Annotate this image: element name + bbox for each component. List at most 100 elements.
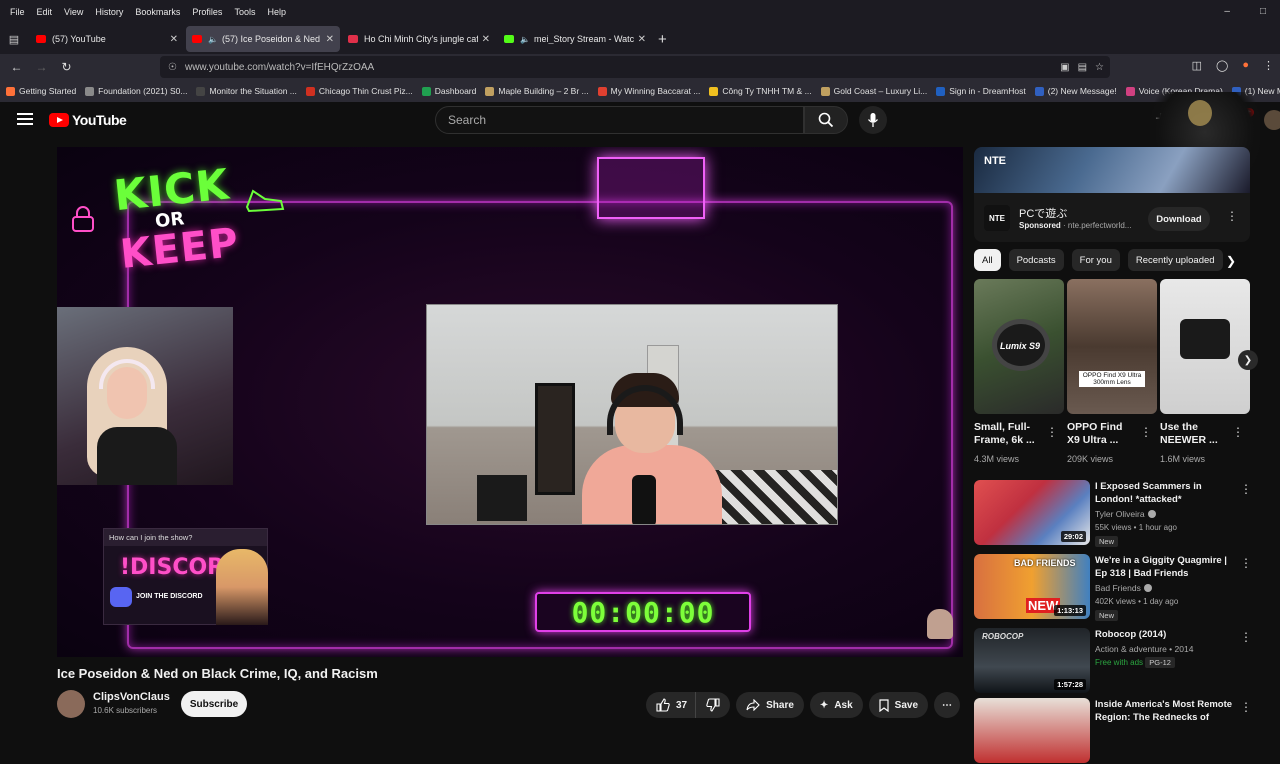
menu-edit[interactable]: Edit [31, 7, 59, 17]
short-thumbnail[interactable] [1160, 279, 1250, 414]
bookmark-item[interactable]: Chicago Thin Crust Piz... [305, 86, 413, 96]
close-icon[interactable]: ✕ [326, 34, 334, 45]
speaker-icon[interactable]: 🔈 [520, 35, 530, 44]
rec-video-item[interactable]: ROBOCOP 1:57:28 Robocop (2014) Action & … [974, 628, 1252, 694]
bookmark-item[interactable]: My Winning Baccarat ... [597, 86, 700, 96]
short-thumbnail[interactable]: OPPO Find X9 Ultra 300mm Lens [1067, 279, 1157, 414]
menu-tools[interactable]: Tools [228, 7, 261, 17]
url-bar[interactable]: ☉ www.youtube.com/watch?v=IfEHQrZzOAA ▣ … [160, 56, 1110, 78]
reload-icon[interactable]: ↻ [54, 60, 79, 74]
menu-file[interactable]: File [4, 7, 31, 17]
channel-name[interactable]: ClipsVonClaus [93, 691, 170, 703]
like-button[interactable]: 37 [646, 692, 696, 718]
rec-channel[interactable]: Tyler Oliveira [1095, 509, 1156, 519]
short-menu-icon[interactable]: ⋮ [1046, 425, 1058, 439]
short-title[interactable]: OPPO Find X9 Ultra ... [1067, 421, 1122, 447]
tab-current-video[interactable]: 🔈 (57) Ice Poseidon & Ned on Black Crime… [186, 26, 340, 52]
rec-thumbnail[interactable] [974, 698, 1090, 763]
new-tab-icon[interactable]: + [658, 31, 667, 48]
chip-all[interactable]: All [974, 249, 1001, 271]
rec-thumbnail[interactable]: BAD FRIENDS NEW 1:13:13 [974, 554, 1090, 619]
short-title[interactable]: Use the NEEWER ... [1160, 421, 1218, 447]
menu-view[interactable]: View [58, 7, 89, 17]
rec-channel[interactable]: Bad Friends [1095, 583, 1152, 593]
chip-podcasts[interactable]: Podcasts [1008, 249, 1064, 271]
bookmark-item[interactable]: Maple Building – 2 Br ... [485, 86, 589, 96]
picture-in-picture-icon[interactable]: ▣ [1060, 62, 1069, 73]
tab-jungle-cafe[interactable]: Ho Chi Minh City's jungle cafe w ✕ [342, 26, 496, 52]
bookmark-item[interactable]: Sign in - DreamHost [936, 86, 1026, 96]
chip-recently-uploaded[interactable]: Recently uploaded [1127, 249, 1223, 271]
back-icon[interactable]: ← [4, 60, 29, 74]
tab-list-icon[interactable]: ▤ [0, 33, 28, 46]
rec-thumbnail[interactable]: ROBOCOP 1:57:28 [974, 628, 1090, 693]
rec-menu-icon[interactable]: ⋮ [1240, 482, 1252, 496]
ask-button[interactable]: ✦ Ask [809, 692, 863, 718]
bookmark-star-icon[interactable]: ☆ [1095, 62, 1104, 73]
short-title[interactable]: Small, Full- Frame, 6k ... [974, 421, 1035, 447]
user-avatar[interactable] [1264, 110, 1280, 130]
reader-view-icon[interactable]: ▤ [1078, 62, 1087, 73]
rec-title[interactable]: I Exposed Scammers in London! *attacked* [1095, 480, 1235, 506]
shorts-next-button[interactable]: ❯ [1238, 350, 1258, 370]
short-menu-icon[interactable]: ⋮ [1140, 425, 1152, 439]
rec-menu-icon[interactable]: ⋮ [1240, 630, 1252, 644]
dislike-button[interactable] [695, 692, 731, 718]
rec-thumbnail[interactable]: 29:02 [974, 480, 1090, 545]
short-menu-icon[interactable]: ⋮ [1232, 425, 1244, 439]
bookmark-item[interactable]: Getting Started [6, 86, 76, 96]
rec-title[interactable]: We're in a Giggity Quagmire | Ep 318 | B… [1095, 554, 1235, 580]
close-icon[interactable]: ✕ [482, 34, 490, 45]
rec-video-item[interactable]: Inside America's Most Remote Region: The… [974, 698, 1252, 764]
channel-avatar[interactable] [57, 690, 85, 718]
save-button[interactable]: Save [868, 692, 929, 718]
menu-history[interactable]: History [89, 7, 129, 17]
video-player[interactable]: KICK OR KEEP How can I join the show? !D… [57, 147, 963, 657]
bookmark-item[interactable]: Foundation (2021) S0... [85, 86, 187, 96]
bookmark-item[interactable]: (2) New Message! [1034, 86, 1117, 96]
youtube-logo[interactable]: YouTube [49, 112, 127, 128]
ad-banner-image[interactable] [974, 147, 1250, 193]
menu-profiles[interactable]: Profiles [186, 7, 228, 17]
short-thumbnail[interactable]: Lumix S9 [974, 279, 1064, 414]
menu-bookmarks[interactable]: Bookmarks [129, 7, 186, 17]
more-actions-button[interactable]: ⋯ [934, 692, 961, 718]
rec-menu-icon[interactable]: ⋮ [1240, 556, 1252, 570]
sidebar-icon[interactable]: ◫ [1192, 59, 1202, 72]
maximize-icon[interactable]: □ [1254, 6, 1272, 17]
tracking-shield-icon[interactable]: ☉ [168, 62, 177, 73]
tab-youtube-home[interactable]: (57) YouTube ✕ [30, 26, 184, 52]
voice-search-button[interactable] [859, 106, 887, 134]
search-button[interactable] [804, 106, 848, 134]
close-icon[interactable]: ✕ [170, 34, 178, 45]
close-icon[interactable]: ✕ [638, 34, 646, 45]
ad-menu-icon[interactable]: ⋮ [1226, 209, 1238, 223]
rec-title[interactable]: Inside America's Most Remote Region: The… [1095, 698, 1235, 724]
subscribe-button[interactable]: Subscribe [181, 691, 247, 717]
guide-menu-icon[interactable] [17, 113, 33, 125]
minimize-icon[interactable]: – [1218, 6, 1236, 17]
forward-icon[interactable]: → [29, 60, 54, 74]
menu-help[interactable]: Help [261, 7, 292, 17]
search-icon [818, 112, 834, 128]
bookmark-item[interactable]: Công Ty TNHH TM & ... [709, 86, 812, 96]
bookmark-item[interactable]: Gold Coast – Luxury Li... [820, 86, 927, 96]
rec-title[interactable]: Robocop (2014) [1095, 628, 1235, 641]
search-input[interactable]: Search [435, 106, 804, 134]
tab-kick-stream[interactable]: 🔈 mei_Story Stream - Watch Live ✕ [498, 26, 652, 52]
overflow-menu-icon[interactable]: ⋮ [1263, 59, 1274, 72]
bookmark-item[interactable]: Dashboard [421, 86, 476, 96]
rec-video-item[interactable]: BAD FRIENDS NEW 1:13:13 We're in a Giggi… [974, 554, 1252, 621]
sponsored-ad[interactable]: NTE NTE PCで遊ぶ Sponsored · nte.perfectwor… [974, 147, 1250, 242]
chevron-right-icon[interactable]: ❯ [1226, 254, 1236, 268]
ad-download-button[interactable]: Download [1148, 207, 1210, 231]
bookmark-item[interactable]: Monitor the Situation ... [196, 86, 297, 96]
url-text[interactable]: www.youtube.com/watch?v=IfEHQrZzOAA [185, 62, 374, 73]
share-button[interactable]: Share [736, 692, 804, 718]
account-icon[interactable]: ◯ [1216, 59, 1228, 72]
rec-menu-icon[interactable]: ⋮ [1240, 700, 1252, 714]
chip-for-you[interactable]: For you [1071, 249, 1120, 271]
rec-video-item[interactable]: 29:02 I Exposed Scammers in London! *att… [974, 480, 1252, 547]
extension-icon[interactable]: ● [1242, 59, 1249, 72]
speaker-icon[interactable]: 🔈 [208, 35, 218, 44]
